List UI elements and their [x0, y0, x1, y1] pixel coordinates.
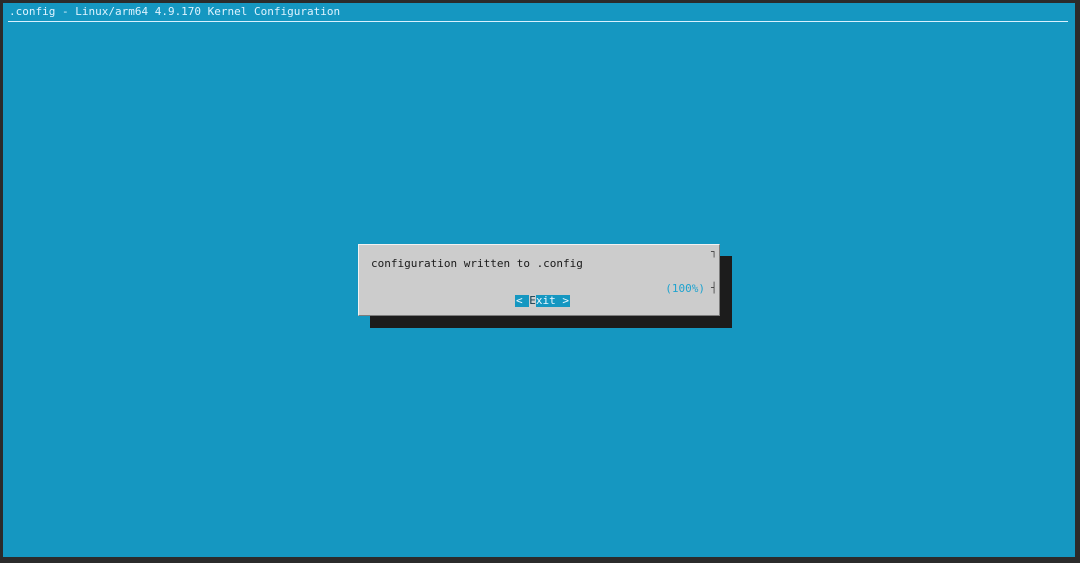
dialog-message: configuration written to .config	[371, 257, 583, 270]
border-tee-right: ┤	[710, 283, 717, 294]
exit-button-hotkey: E	[529, 294, 536, 307]
terminal-screen: .config - Linux/arm64 4.9.170 Kernel Con…	[3, 3, 1075, 557]
backtitle-divider	[8, 21, 1068, 22]
border-corner-top-right: ┐	[710, 247, 717, 258]
exit-button-left-bracket: <	[516, 294, 523, 307]
exit-button-label: xit	[535, 294, 556, 307]
progress-percent: (100%)	[665, 282, 705, 295]
message-dialog: ┐ ┤ configuration written to .config (10…	[358, 244, 720, 316]
exit-button[interactable]: < Exit >	[515, 294, 570, 307]
exit-button-right-bracket: >	[562, 294, 569, 307]
backtitle: .config - Linux/arm64 4.9.170 Kernel Con…	[9, 5, 341, 18]
